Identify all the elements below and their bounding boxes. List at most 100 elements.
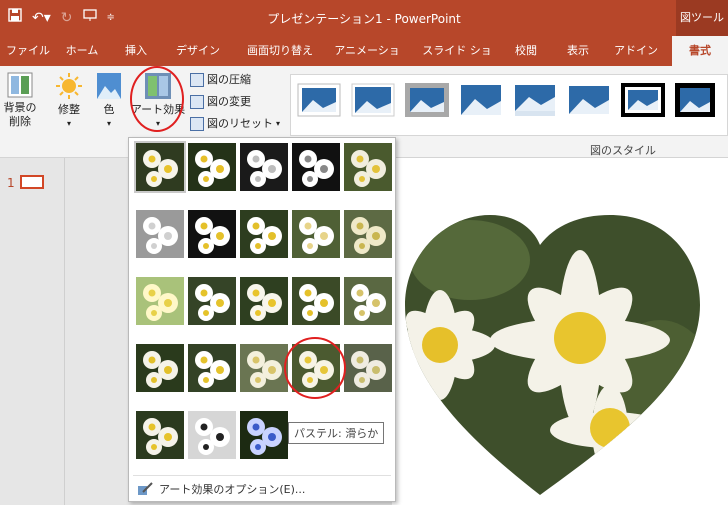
tab-review[interactable]: 校閲: [508, 36, 544, 66]
window-title: プレゼンテーション1 - PowerPoint: [267, 12, 461, 26]
remove-background-label: 背景の 削除: [3, 101, 37, 128]
art-effect-option[interactable]: [240, 411, 288, 459]
pastel-smooth-highlight-circle: [284, 337, 346, 399]
art-effect-option[interactable]: [188, 344, 236, 392]
change-picture-icon: [190, 95, 204, 109]
art-effect-thumb: [188, 143, 236, 191]
tab-slideshow[interactable]: スライド ショー: [418, 36, 496, 87]
art-effect-option[interactable]: [344, 143, 392, 191]
art-effect-option[interactable]: [344, 344, 392, 392]
heart-picture[interactable]: [392, 158, 728, 505]
reset-picture-button[interactable]: 図のリセット ▾: [190, 114, 280, 134]
slide-number: 1: [7, 176, 15, 190]
change-picture-label: 図の変更: [207, 95, 251, 108]
art-effect-option[interactable]: [240, 210, 288, 258]
art-effect-thumb: [136, 277, 184, 325]
picture-style-thumb[interactable]: [351, 83, 395, 117]
art-effect-thumb: [344, 277, 392, 325]
picture-color-icon: [97, 73, 121, 99]
art-effect-thumb: [344, 143, 392, 191]
art-effect-option[interactable]: [188, 210, 236, 258]
remove-background-icon: [7, 72, 33, 98]
art-effect-thumb: [240, 277, 288, 325]
art-effect-thumb: [240, 344, 288, 392]
art-effect-thumb: [136, 411, 184, 459]
sun-icon: [56, 73, 82, 99]
art-effect-thumb: [292, 143, 340, 191]
art-effect-option[interactable]: [240, 277, 288, 325]
art-effect-thumb: [344, 344, 392, 392]
brush-icon: [138, 482, 153, 495]
art-effect-option[interactable]: [134, 141, 186, 193]
tab-addins[interactable]: アドイン: [612, 36, 660, 66]
art-effect-thumb: [136, 344, 184, 392]
art-effect-option[interactable]: [136, 344, 184, 392]
art-effect-option[interactable]: [344, 210, 392, 258]
corrections-button[interactable]: 修整 ▾: [52, 72, 86, 131]
tab-transitions[interactable]: 画面切り替え: [238, 36, 322, 66]
picture-styles-gallery: [290, 74, 728, 136]
tab-file[interactable]: ファイル: [6, 36, 50, 66]
art-effect-thumb: [136, 210, 184, 258]
change-picture-button[interactable]: 図の変更: [190, 92, 251, 112]
art-effect-thumb: [240, 210, 288, 258]
art-effects-highlight-circle: [130, 66, 184, 132]
chevron-down-icon: ▾: [276, 119, 281, 128]
tab-design[interactable]: デザイン: [170, 36, 226, 66]
art-effect-option[interactable]: [136, 411, 184, 459]
art-effect-thumb: [188, 277, 236, 325]
tab-animations[interactable]: アニメーション: [332, 36, 402, 87]
art-effect-option[interactable]: [136, 277, 184, 325]
art-effect-thumb: [136, 143, 184, 191]
tab-insert[interactable]: 挿入: [116, 36, 156, 66]
art-effect-option[interactable]: [292, 210, 340, 258]
compress-pictures-button[interactable]: 図の圧縮: [190, 70, 251, 90]
picture-style-thumb[interactable]: [621, 83, 665, 117]
art-effect-option[interactable]: [240, 344, 288, 392]
art-effects-options-item[interactable]: アート効果のオプション(E)...: [137, 481, 305, 497]
menu-divider: [133, 475, 391, 476]
tab-view[interactable]: 表示: [560, 36, 596, 66]
tooltip: パステル: 滑らか: [288, 422, 385, 444]
reset-picture-label: 図のリセット: [207, 117, 273, 130]
title-bar: ↶▾ ↻ ≑ プレゼンテーション1 - PowerPoint 図ツール: [0, 0, 728, 36]
art-effect-option[interactable]: [240, 143, 288, 191]
tab-format[interactable]: 書式: [672, 36, 728, 66]
art-effect-thumb: [344, 210, 392, 258]
slide-canvas[interactable]: [392, 158, 728, 505]
art-effects-gallery: アート効果のオプション(E)...: [128, 137, 396, 502]
remove-background-button[interactable]: 背景の 削除: [2, 72, 38, 129]
art-effect-option[interactable]: [292, 277, 340, 325]
picture-style-thumb[interactable]: [297, 83, 341, 117]
ribbon-tab-bar: ファイル ホーム 挿入 デザイン 画面切り替え アニメーション スライド ショー…: [0, 36, 728, 87]
reset-picture-icon: [190, 117, 204, 131]
picture-tools-label: 図ツール: [676, 0, 728, 36]
picture-styles-group-label: 図のスタイル: [590, 144, 656, 157]
art-effect-thumb: [240, 411, 288, 459]
art-effect-thumb: [188, 210, 236, 258]
art-effect-thumb: [188, 411, 236, 459]
color-label: 色: [103, 103, 115, 116]
art-effect-thumb: [292, 210, 340, 258]
picture-style-thumb[interactable]: [567, 83, 611, 117]
slide-thumbnail-pane: 1: [0, 158, 65, 505]
art-effect-option[interactable]: [292, 143, 340, 191]
art-effect-option[interactable]: [188, 143, 236, 191]
picture-style-thumb[interactable]: [513, 83, 557, 117]
picture-style-thumb[interactable]: [405, 83, 449, 117]
color-button[interactable]: 色 ▾: [94, 72, 124, 131]
art-effect-option[interactable]: [188, 411, 236, 459]
compress-icon: [190, 73, 204, 87]
picture-style-thumb[interactable]: [675, 83, 715, 117]
art-effect-thumb: [188, 344, 236, 392]
art-effect-thumb: [240, 143, 288, 191]
art-effect-option[interactable]: [344, 277, 392, 325]
art-effects-options-label: アート効果のオプション(E)...: [159, 483, 306, 496]
art-effect-option[interactable]: [136, 210, 184, 258]
corrections-label: 修整: [58, 103, 80, 116]
art-effect-option[interactable]: [188, 277, 236, 325]
compress-label: 図の圧縮: [207, 73, 251, 86]
picture-style-thumb[interactable]: [459, 83, 503, 117]
slide-thumbnail[interactable]: [20, 175, 44, 189]
tab-home[interactable]: ホーム: [60, 36, 104, 66]
